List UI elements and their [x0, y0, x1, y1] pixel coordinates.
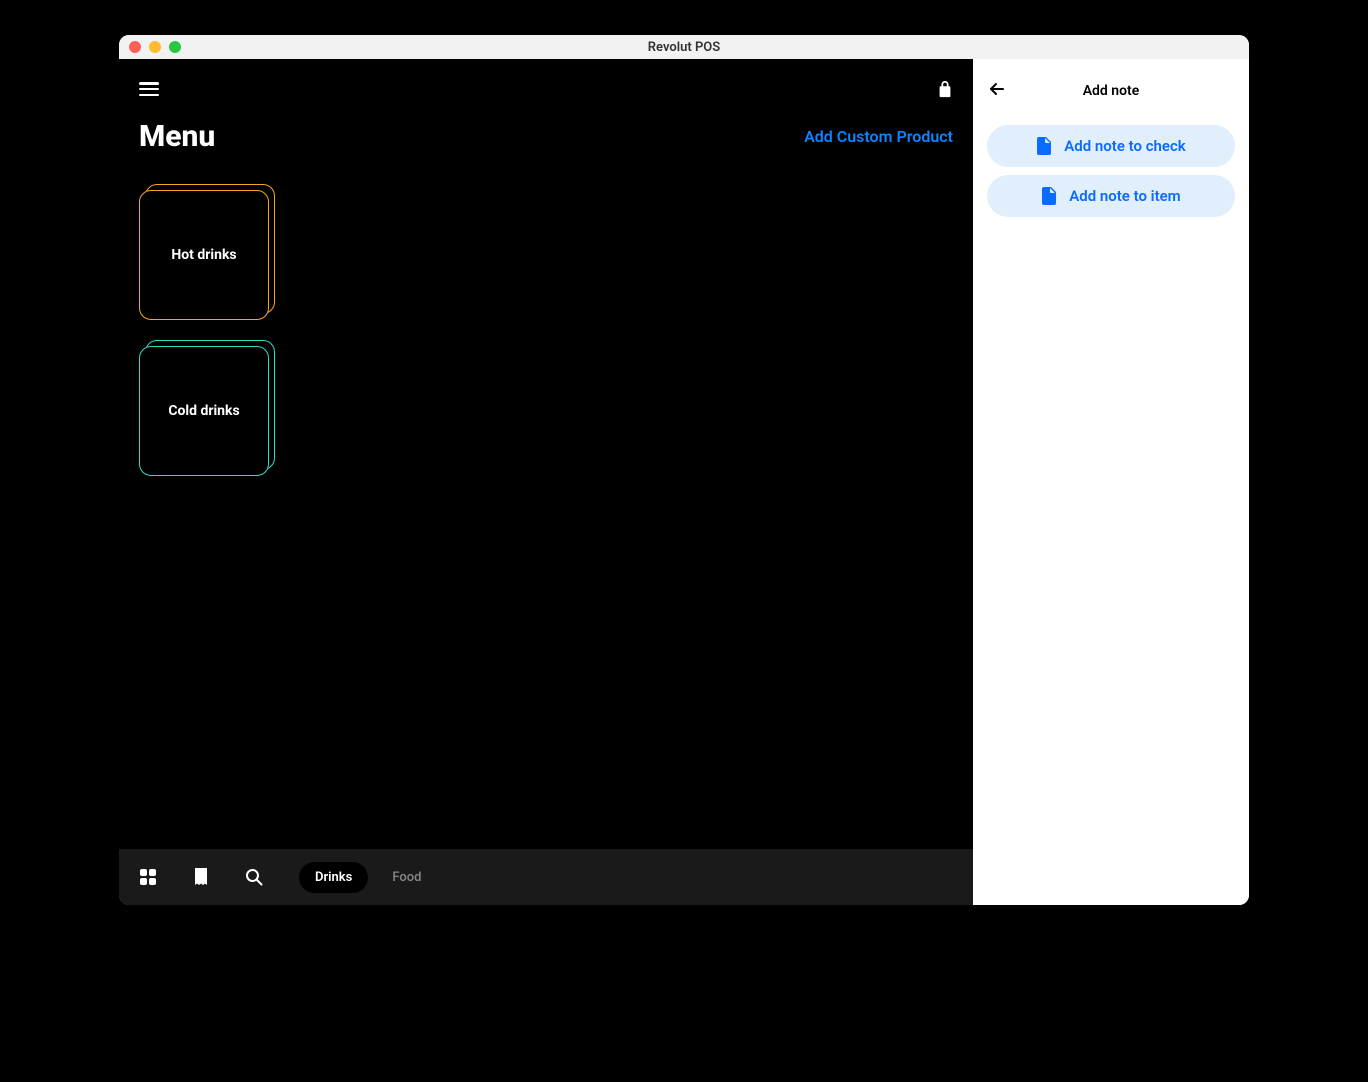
window-title: Revolut POS — [119, 40, 1249, 55]
lock-icon[interactable] — [937, 80, 953, 98]
back-arrow-icon[interactable] — [987, 79, 1007, 103]
minimize-window-button[interactable] — [149, 41, 161, 53]
tab-drinks[interactable]: Drinks — [299, 862, 368, 893]
grid-icon[interactable] — [139, 868, 157, 886]
document-icon — [1036, 137, 1052, 155]
category-card-cold-drinks[interactable]: Cold drinks — [139, 340, 275, 476]
close-window-button[interactable] — [129, 41, 141, 53]
search-icon[interactable] — [245, 868, 263, 886]
categories-grid: Hot drinks Cold drinks — [119, 174, 973, 849]
document-icon — [1041, 187, 1057, 205]
category-card-hot-drinks[interactable]: Hot drinks — [139, 184, 275, 320]
add-note-to-item-button[interactable]: Add note to item — [987, 175, 1235, 217]
page-title: Menu — [139, 119, 215, 154]
side-panel: Add note Add note to check Add note to i… — [973, 59, 1249, 905]
add-note-to-check-button[interactable]: Add note to check — [987, 125, 1235, 167]
app-body: Menu Add Custom Product Hot drinks Cold … — [119, 59, 1249, 905]
tab-food[interactable]: Food — [392, 870, 421, 885]
bottom-bar: Drinks Food — [119, 849, 973, 905]
window-titlebar: Revolut POS — [119, 35, 1249, 59]
button-label: Add note to check — [1064, 137, 1185, 155]
add-custom-product-button[interactable]: Add Custom Product — [804, 127, 953, 146]
maximize-window-button[interactable] — [169, 41, 181, 53]
button-label: Add note to item — [1069, 187, 1180, 205]
topbar — [119, 59, 973, 119]
category-label: Cold drinks — [139, 346, 269, 476]
panel-title: Add note — [987, 83, 1235, 99]
main-area: Menu Add Custom Product Hot drinks Cold … — [119, 59, 973, 905]
traffic-lights — [129, 41, 181, 53]
page-header: Menu Add Custom Product — [119, 119, 973, 174]
menu-icon[interactable] — [139, 82, 159, 96]
category-label: Hot drinks — [139, 190, 269, 320]
panel-header: Add note — [987, 73, 1235, 109]
app-window: Revolut POS Menu Add Custom Product — [119, 35, 1249, 905]
receipt-icon[interactable] — [193, 868, 209, 886]
